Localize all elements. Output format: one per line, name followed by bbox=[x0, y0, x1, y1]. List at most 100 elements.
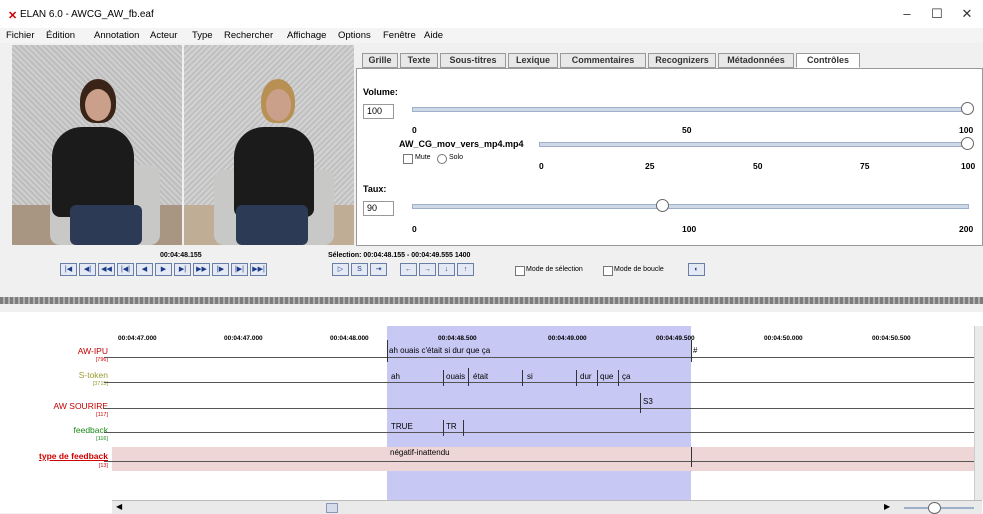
tab-recognizers[interactable]: Recognizers bbox=[648, 53, 716, 68]
tier-name-feedback[interactable]: feedback bbox=[74, 425, 109, 435]
tier-line-aw-sourire bbox=[104, 408, 974, 409]
play-button[interactable]: ▶ bbox=[155, 263, 172, 276]
menu-fenetre[interactable]: Fenêtre bbox=[383, 30, 416, 41]
volume-input[interactable]: 100 bbox=[363, 104, 394, 119]
previous-frame-button[interactable]: |◀| bbox=[117, 263, 134, 276]
video-player-2[interactable] bbox=[184, 45, 354, 245]
selection-left-button[interactable]: ← bbox=[400, 263, 417, 276]
current-time: 00:04:48.155 bbox=[160, 252, 202, 259]
rate-input[interactable]: 90 bbox=[363, 201, 394, 216]
next-ms-button[interactable]: ▶| bbox=[174, 263, 191, 276]
loop-mode-label: Mode de boucle bbox=[614, 266, 664, 273]
tab-sous-titres[interactable]: Sous-titres bbox=[440, 53, 506, 68]
mute-label: Mute bbox=[415, 154, 431, 161]
previous-ms-button[interactable]: ◀ bbox=[136, 263, 153, 276]
volume-options-icon[interactable]: ◐ bbox=[688, 263, 705, 276]
timeline-vertical-scrollbar[interactable] bbox=[974, 326, 983, 500]
volume-slider-thumb[interactable] bbox=[961, 102, 974, 115]
selection-down-button[interactable]: ↓ bbox=[438, 263, 455, 276]
elan-app-icon: ✕ bbox=[8, 10, 18, 22]
go-to-end-button[interactable]: ▶▶| bbox=[250, 263, 267, 276]
play-selection-button[interactable]: ▷ bbox=[332, 263, 349, 276]
tier-name-aw-ipu[interactable]: AW-IPU bbox=[78, 346, 108, 356]
tab-grille[interactable]: Grille bbox=[362, 53, 398, 68]
tier-name-s-token[interactable]: S-token bbox=[79, 370, 108, 380]
loop-mode-checkbox[interactable] bbox=[603, 266, 613, 276]
rate-slider-track[interactable] bbox=[412, 204, 969, 209]
menu-edition[interactable]: Édition bbox=[46, 30, 75, 41]
zoom-slider-thumb[interactable] bbox=[928, 502, 941, 514]
previous-second-button[interactable]: ◀◀ bbox=[98, 263, 115, 276]
menu-type[interactable]: Type bbox=[192, 30, 213, 41]
scroll-right-icon[interactable]: ▶ bbox=[884, 502, 890, 511]
next-scroll-button[interactable]: |▶| bbox=[231, 263, 248, 276]
media-waveform-divider[interactable] bbox=[0, 297, 983, 304]
tab-lexique[interactable]: Lexique bbox=[508, 53, 558, 68]
mute-checkbox[interactable] bbox=[403, 154, 413, 164]
annotation-ipu-end[interactable]: # bbox=[693, 346, 697, 355]
rate-tick-100: 100 bbox=[682, 224, 697, 234]
menu-acteur[interactable]: Acteur bbox=[150, 30, 177, 41]
tab-commentaires[interactable]: Commentaires bbox=[560, 53, 646, 68]
title-bar: ✕ ELAN 6.0 - AWCG_AW_fb.eaf – ☐ ✕ bbox=[0, 0, 983, 28]
rate-label: Taux: bbox=[363, 184, 387, 194]
selection-up-button[interactable]: ↑ bbox=[457, 263, 474, 276]
rate-slider-thumb[interactable] bbox=[655, 199, 669, 212]
selection-right-button[interactable]: → bbox=[419, 263, 436, 276]
annotation-sourire[interactable]: S3 bbox=[643, 397, 653, 406]
annotation-token[interactable]: dur bbox=[580, 372, 592, 381]
tier-name-aw-sourire[interactable]: AW SOURIRE bbox=[54, 401, 108, 411]
menu-aide[interactable]: Aide bbox=[424, 30, 443, 41]
person-2-image bbox=[234, 127, 314, 217]
annotation-token[interactable]: ouais bbox=[446, 372, 465, 381]
solo-label: Solo bbox=[449, 154, 464, 161]
tab-controles[interactable]: Contrôles bbox=[796, 53, 860, 68]
annotation-token[interactable]: ça bbox=[622, 372, 630, 381]
media-tick-0: 0 bbox=[539, 161, 544, 171]
controls-panel: Volume: 100 0 50 100 AW_CG_mov_vers_mp4.… bbox=[356, 68, 983, 246]
next-second-button[interactable]: |▶ bbox=[212, 263, 229, 276]
media-volume-track[interactable] bbox=[539, 142, 969, 147]
media-tick-50: 50 bbox=[753, 161, 763, 171]
solo-radio[interactable] bbox=[437, 154, 447, 164]
media-volume-thumb[interactable] bbox=[961, 137, 974, 150]
tab-texte[interactable]: Texte bbox=[400, 53, 438, 68]
go-to-begin-button[interactable]: |◀ bbox=[60, 263, 77, 276]
tab-metadonnees[interactable]: Métadonnées bbox=[718, 53, 794, 68]
ruler-time-label: 00:04:50.000 bbox=[764, 335, 803, 342]
person-1-image bbox=[52, 127, 134, 217]
clear-selection-button[interactable]: S bbox=[351, 263, 368, 276]
volume-label: Volume: bbox=[363, 87, 398, 97]
tier-line-s-token bbox=[104, 382, 974, 383]
scroll-thumb[interactable] bbox=[326, 503, 338, 513]
menu-rechercher[interactable]: Rechercher bbox=[224, 30, 273, 41]
tier-name-type-de-feedback[interactable]: type de feedback bbox=[39, 451, 108, 461]
ruler-time-label: 00:04:49.000 bbox=[548, 335, 587, 342]
ruler-time-label: 00:04:50.500 bbox=[872, 335, 911, 342]
annotation-ipu[interactable]: ah ouais c'était si dur que ça bbox=[389, 346, 490, 355]
volume-slider-track[interactable] bbox=[412, 107, 969, 112]
menu-fichier[interactable]: Fichier bbox=[6, 30, 35, 41]
media-tick-100: 100 bbox=[961, 161, 976, 171]
toggle-crosshair-button[interactable]: ⇥ bbox=[370, 263, 387, 276]
video-player-1[interactable] bbox=[12, 45, 182, 245]
annotation-token[interactable]: si bbox=[527, 372, 533, 381]
timeline-horizontal-scrollbar[interactable]: ◀ ▶ bbox=[112, 500, 982, 514]
annotation-feedback[interactable]: TRUE bbox=[391, 422, 413, 431]
tier-line-type-de-feedback bbox=[104, 461, 974, 462]
close-button[interactable]: ✕ bbox=[947, 6, 983, 22]
window-title: ELAN 6.0 - AWCG_AW_fb.eaf bbox=[20, 9, 154, 20]
annotation-type-de-feedback[interactable]: négatif-inattendu bbox=[390, 448, 450, 457]
menu-annotation[interactable]: Annotation bbox=[94, 30, 139, 41]
annotation-token[interactable]: était bbox=[473, 372, 488, 381]
annotation-feedback[interactable]: TR bbox=[446, 422, 457, 431]
selection-mode-checkbox[interactable] bbox=[515, 266, 525, 276]
menu-affichage[interactable]: Affichage bbox=[287, 30, 326, 41]
ruler-time-label: 00:04:48.000 bbox=[330, 335, 369, 342]
annotation-token[interactable]: que bbox=[600, 372, 613, 381]
scroll-left-icon[interactable]: ◀ bbox=[116, 502, 122, 511]
previous-scroll-button[interactable]: ◀| bbox=[79, 263, 96, 276]
annotation-token[interactable]: ah bbox=[391, 372, 400, 381]
next-frame-button[interactable]: ▶▶ bbox=[193, 263, 210, 276]
menu-options[interactable]: Options bbox=[338, 30, 371, 41]
